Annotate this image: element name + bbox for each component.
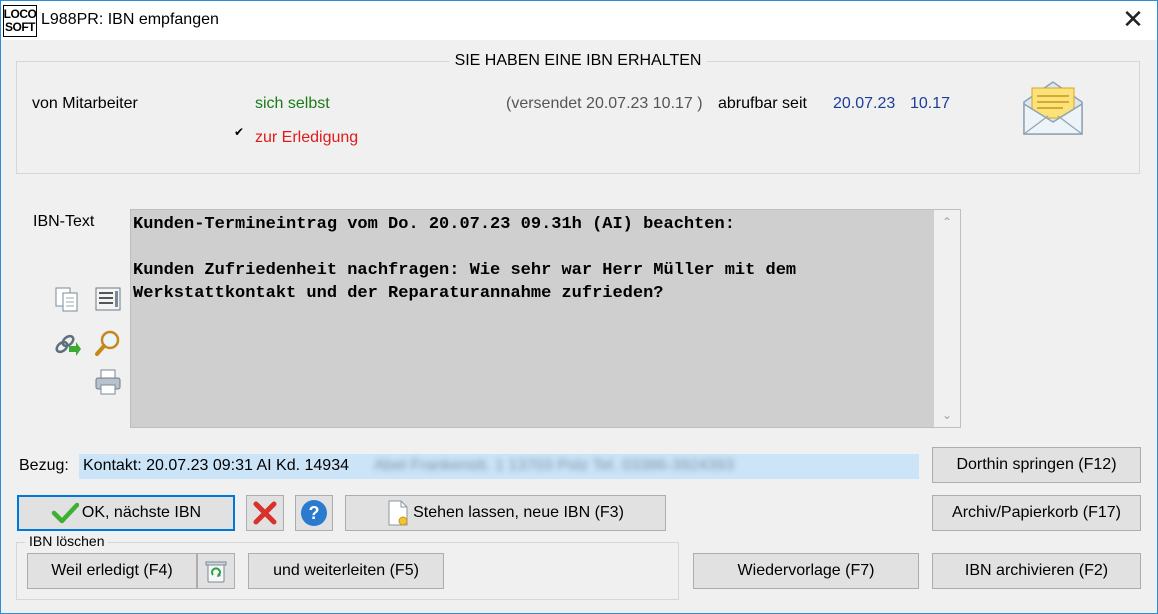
reference-field[interactable]: Kontakt: 20.07.23 09:31 AI Kd. 14934 Abe… [79,454,919,479]
available-date: 20.07.23 [833,95,896,112]
from-label: von Mitarbeiter [32,95,138,112]
client-area: SIE HABEN EINE IBN ERHALTEN von Mitarbei… [1,40,1157,613]
help-button[interactable]: ? [295,495,333,531]
wiedervorlage-button[interactable]: Wiedervorlage (F7) [693,553,919,589]
available-time: 10.17 [910,95,951,112]
logo-line2: SOFT [5,20,36,34]
sent-label: (versendet 20.07.23 10.17 ) [506,95,703,112]
ibn-text-content: Kunden-Termineintrag vom Do. 20.07.23 09… [133,215,797,303]
ibn-text-label: IBN-Text [33,213,95,230]
group-title: SIE HABEN EINE IBN ERHALTEN [448,52,708,69]
stehen-lassen-button[interactable]: Stehen lassen, neue IBN (F3) [345,495,666,531]
vertical-scrollbar[interactable]: ⌃ ⌄ [934,210,960,427]
received-groupbox: SIE HABEN EINE IBN ERHALTEN von Mitarbei… [16,52,1140,174]
archiv-papierkorb-button[interactable]: Archiv/Papierkorb (F17) [932,495,1141,531]
reference-value: Kontakt: 20.07.23 09:31 AI Kd. 14934 [83,457,349,474]
list-icon[interactable] [94,285,122,313]
red-x-icon [253,501,277,525]
recycle-bin-icon [205,561,227,583]
stehen-lassen-label: Stehen lassen, neue IBN (F3) [413,504,624,521]
magnifier-icon[interactable] [94,329,122,357]
weil-erledigt-button[interactable]: Weil erledigt (F4) [27,553,197,589]
ok-next-button[interactable]: OK, nächste IBN [17,495,235,531]
help-icon: ? [301,500,327,526]
checkmark-icon [51,502,79,524]
printer-icon[interactable] [94,368,122,396]
weiterleiten-button[interactable]: und weiterleiten (F5) [248,553,444,589]
title-bar: LOCO SOFT L988PR: IBN empfangen ✕ [1,1,1157,40]
ibn-text-area[interactable]: Kunden-Termineintrag vom Do. 20.07.23 09… [130,209,961,428]
cancel-button[interactable] [246,495,284,531]
reference-blurred: Abel Frankenstt. 1 13703 Polz Tel. 03386… [374,457,734,474]
archivieren-button[interactable]: IBN archivieren (F2) [932,553,1141,589]
dorthin-button[interactable]: Dorthin springen (F12) [932,447,1141,483]
reference-label: Bezug: [19,457,69,474]
locosoft-logo: LOCO SOFT [3,5,37,37]
purpose-label: zur Erledigung [255,129,359,146]
check-icon: ✔ [234,125,245,139]
scroll-up-icon[interactable]: ⌃ [934,212,960,232]
window-title: L988PR: IBN empfangen [41,11,219,28]
copy-icon[interactable] [53,285,81,313]
link-arrow-icon[interactable] [53,329,81,357]
open-envelope-icon [1023,81,1083,135]
new-document-icon [388,500,408,526]
available-label: abrufbar seit [718,95,807,112]
ibn-window: LOCO SOFT L988PR: IBN empfangen ✕ SIE HA… [0,0,1158,614]
from-value: sich selbst [255,95,330,112]
ok-next-label: OK, nächste IBN [81,504,202,521]
recycle-button[interactable] [197,553,235,589]
close-icon[interactable]: ✕ [1121,6,1145,33]
delete-group-caption: IBN löschen [25,533,109,549]
scroll-down-icon[interactable]: ⌄ [934,405,960,425]
